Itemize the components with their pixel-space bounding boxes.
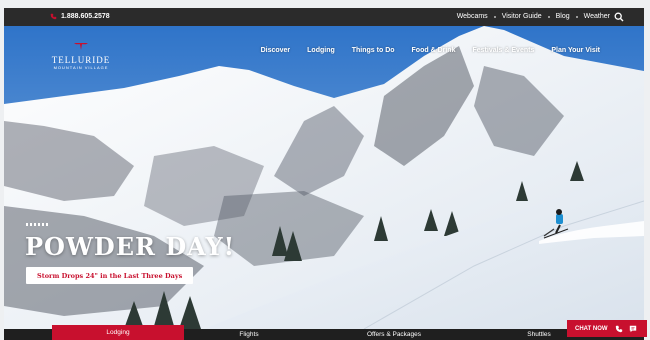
- blog-link[interactable]: Blog: [556, 13, 570, 20]
- chat-bubble-icon[interactable]: [629, 325, 637, 333]
- separator-dot: [493, 15, 496, 18]
- main-navigation: Discover Lodging Things to Do Food & Dri…: [244, 47, 600, 54]
- phone-icon: [50, 13, 57, 20]
- visitor-guide-link[interactable]: Visitor Guide: [502, 13, 542, 20]
- tab-lodging[interactable]: Lodging: [52, 325, 184, 340]
- nav-item-discover[interactable]: Discover: [261, 47, 291, 54]
- webcams-link[interactable]: Webcams: [457, 13, 488, 20]
- nav-item-lodging[interactable]: Lodging: [307, 47, 335, 54]
- search-icon[interactable]: [614, 12, 624, 22]
- chat-now-label: CHAT NOW: [575, 325, 608, 332]
- booking-tabs: Lodging Flights Offers & Packages Shuttl…: [4, 325, 644, 340]
- page-frame: 1.888.605.2578 Webcams Visitor Guide Blo…: [4, 8, 644, 340]
- nav-item-plan-your-visit[interactable]: Plan Your Visit: [551, 47, 600, 54]
- phone-number: 1.888.605.2578: [61, 13, 110, 20]
- tab-flights[interactable]: Flights: [204, 329, 294, 340]
- chat-phone-icon[interactable]: [615, 325, 623, 333]
- nav-item-food-drink[interactable]: Food & Drink: [412, 47, 456, 54]
- nav-item-festivals-events[interactable]: Festivals & Events: [472, 47, 534, 54]
- logo-emblem-icon: [74, 43, 88, 50]
- hero-cta-button[interactable]: Storm Drops 24" in the Last Three Days: [26, 267, 194, 284]
- utility-bar: 1.888.605.2578 Webcams Visitor Guide Blo…: [4, 8, 644, 26]
- headline-accent-rule: [26, 223, 48, 226]
- nav-item-things-to-do[interactable]: Things to Do: [352, 47, 395, 54]
- hero-banner: TELLURIDE MOUNTAIN VILLAGE Discover Lodg…: [4, 26, 644, 329]
- tab-offers-packages[interactable]: Offers & Packages: [344, 329, 444, 340]
- weather-link[interactable]: Weather: [584, 13, 610, 20]
- site-logo[interactable]: TELLURIDE MOUNTAIN VILLAGE: [50, 37, 112, 70]
- chat-now-button[interactable]: CHAT NOW: [567, 320, 647, 337]
- utility-links: Webcams Visitor Guide Blog Weather: [457, 13, 610, 20]
- logo-subtitle: MOUNTAIN VILLAGE: [53, 65, 109, 70]
- hero-headline: POWDER DAY!: [25, 232, 236, 261]
- tab-shuttles[interactable]: Shuttles: [504, 329, 574, 340]
- phone-link[interactable]: 1.888.605.2578: [50, 13, 110, 20]
- logo-wordmark: TELLURIDE: [51, 55, 111, 65]
- separator-dot: [575, 15, 578, 18]
- separator-dot: [547, 15, 550, 18]
